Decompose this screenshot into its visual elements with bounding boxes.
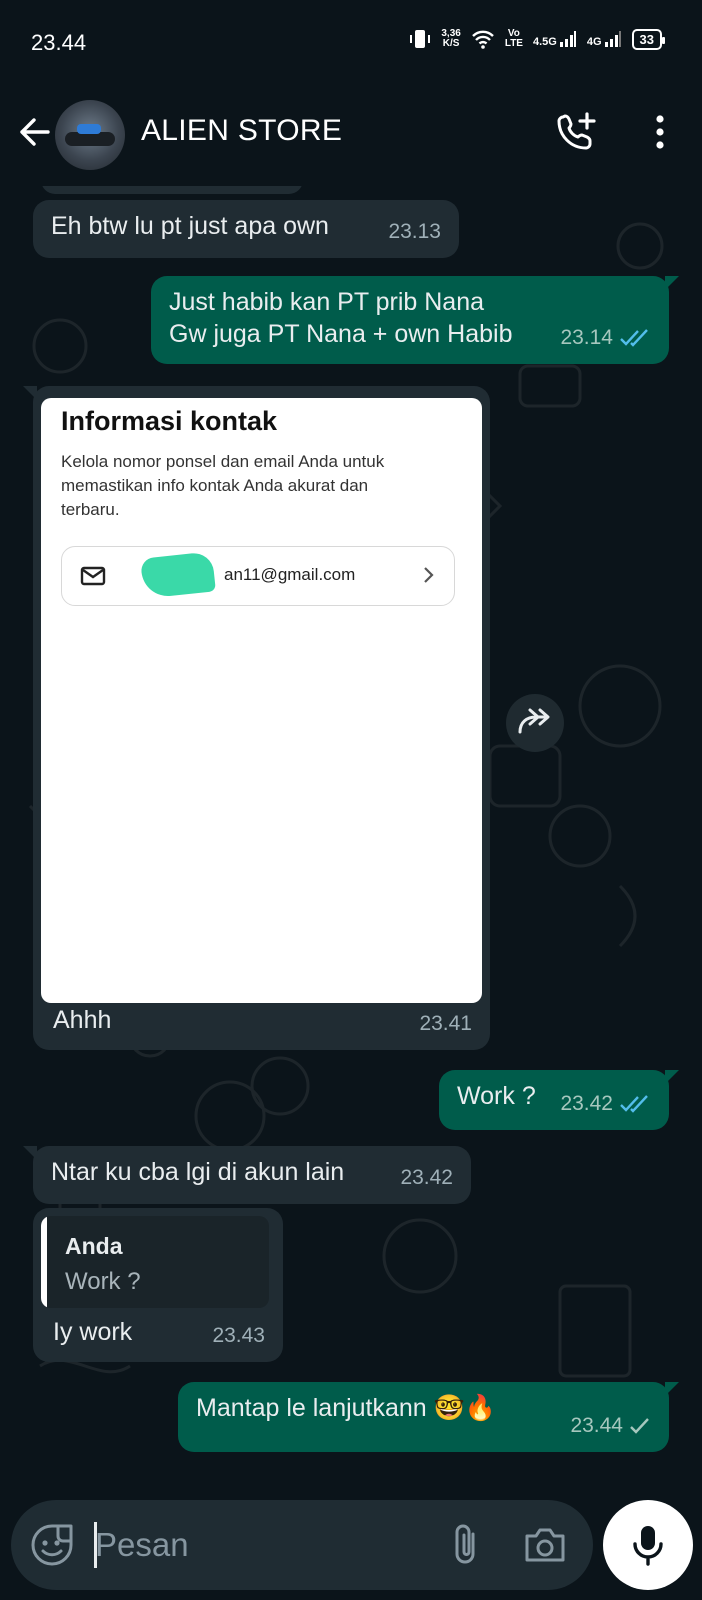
attach-icon[interactable] — [443, 1520, 491, 1570]
message-text: Iy work — [53, 1318, 133, 1346]
message-input[interactable] — [95, 1518, 395, 1572]
message-text: Work ? — [457, 1082, 536, 1110]
quote-author: Anda — [65, 1233, 123, 1259]
double-check-icon — [620, 329, 648, 347]
image-description: Kelola nomor ponsel dan email Anda untuk… — [61, 452, 385, 519]
chat-header: ALIEN STORE — [0, 92, 702, 186]
signal-bars-icon — [604, 31, 621, 47]
mic-icon — [633, 1526, 663, 1566]
quote-text: Work ? — [65, 1268, 141, 1295]
message-text: Ahhh — [53, 1006, 112, 1034]
message-list[interactable]: Eh btw lu pt just apa own 23.13 Just hab… — [0, 186, 702, 1486]
volte-indicator: Vo LTE — [504, 28, 523, 49]
message-time: 23.43 — [212, 1324, 265, 1347]
net-speed: 3,36 K/S — [441, 28, 461, 49]
message-bubble-outgoing[interactable]: Just habib kan PT prib Nana Gw juga PT N… — [151, 276, 679, 364]
message-time: 23.13 — [388, 220, 441, 243]
signal-2: 4G — [587, 30, 622, 48]
message-time: 23.42 — [560, 1092, 613, 1115]
mail-icon — [80, 566, 106, 586]
image-email-row: an11@gmail.com — [61, 546, 455, 606]
message-bubble-reply[interactable]: Anda Work ? Iy work 23.43 — [33, 1208, 283, 1362]
message-bubble-outgoing[interactable]: Mantap le lanjutkann 🤓🔥 23.44 — [178, 1382, 679, 1452]
composer — [11, 1500, 593, 1590]
message-time: 23.14 — [560, 326, 613, 349]
double-check-icon — [620, 1095, 648, 1113]
reply-quote[interactable]: Anda Work ? — [41, 1216, 269, 1308]
message-text: Eh btw lu pt just apa own — [51, 212, 329, 240]
message-meta: 23.42 — [560, 1088, 651, 1120]
back-arrow-icon[interactable] — [14, 112, 54, 152]
message-bubble-incoming[interactable]: Eh btw lu pt just apa own 23.13 — [33, 200, 459, 258]
sticker-icon[interactable] — [29, 1522, 75, 1568]
message-time: 23.41 — [419, 1012, 472, 1035]
wifi-icon — [471, 30, 494, 49]
message-meta: 23.44 — [570, 1410, 651, 1442]
forward-icon — [518, 708, 550, 734]
message-bubble-clipped[interactable] — [41, 186, 303, 194]
contact-name[interactable]: ALIEN STORE — [141, 114, 342, 148]
status-time: 23.44 — [31, 30, 87, 55]
message-time: 23.42 — [400, 1166, 453, 1189]
single-check-icon — [630, 1418, 649, 1434]
message-time: 23.44 — [570, 1414, 623, 1437]
message-bubble-incoming[interactable]: Ntar ku cba lgi di akun lain 23.42 — [23, 1146, 471, 1204]
signal-1: 4.5G — [533, 30, 577, 48]
message-bubble-outgoing[interactable]: Work ? 23.42 — [439, 1070, 679, 1130]
message-image[interactable]: Informasi kontak Kelola nomor ponsel dan… — [41, 398, 482, 1003]
image-title: Informasi kontak — [61, 406, 278, 436]
composer-bar — [0, 1486, 702, 1600]
camera-icon[interactable] — [521, 1522, 569, 1568]
message-text: Ntar ku cba lgi di akun lain — [51, 1158, 345, 1186]
status-bar: 23.44 3,36 K/S Vo LTE 4.5G 4G 33 — [0, 0, 702, 92]
avatar[interactable] — [55, 100, 125, 170]
vibrate-icon — [410, 30, 431, 48]
message-meta: 23.14 — [560, 322, 651, 354]
signal-bars-icon — [559, 31, 576, 47]
battery-indicator: 33 — [631, 28, 666, 50]
image-email: an11@gmail.com — [224, 565, 356, 584]
message-text-line-1: Just habib kan PT prib Nana — [169, 288, 485, 316]
message-text: Mantap le lanjutkann 🤓🔥 — [196, 1394, 496, 1422]
quote-bar — [41, 1216, 47, 1308]
add-call-icon[interactable] — [553, 108, 601, 156]
forward-button[interactable] — [506, 694, 564, 752]
status-icons: 3,36 K/S Vo LTE 4.5G 4G 33 — [409, 28, 666, 50]
chevron-right-icon — [424, 567, 434, 583]
mic-button[interactable] — [603, 1500, 693, 1590]
redaction-mark — [140, 551, 216, 599]
more-vert-icon[interactable] — [636, 108, 684, 156]
